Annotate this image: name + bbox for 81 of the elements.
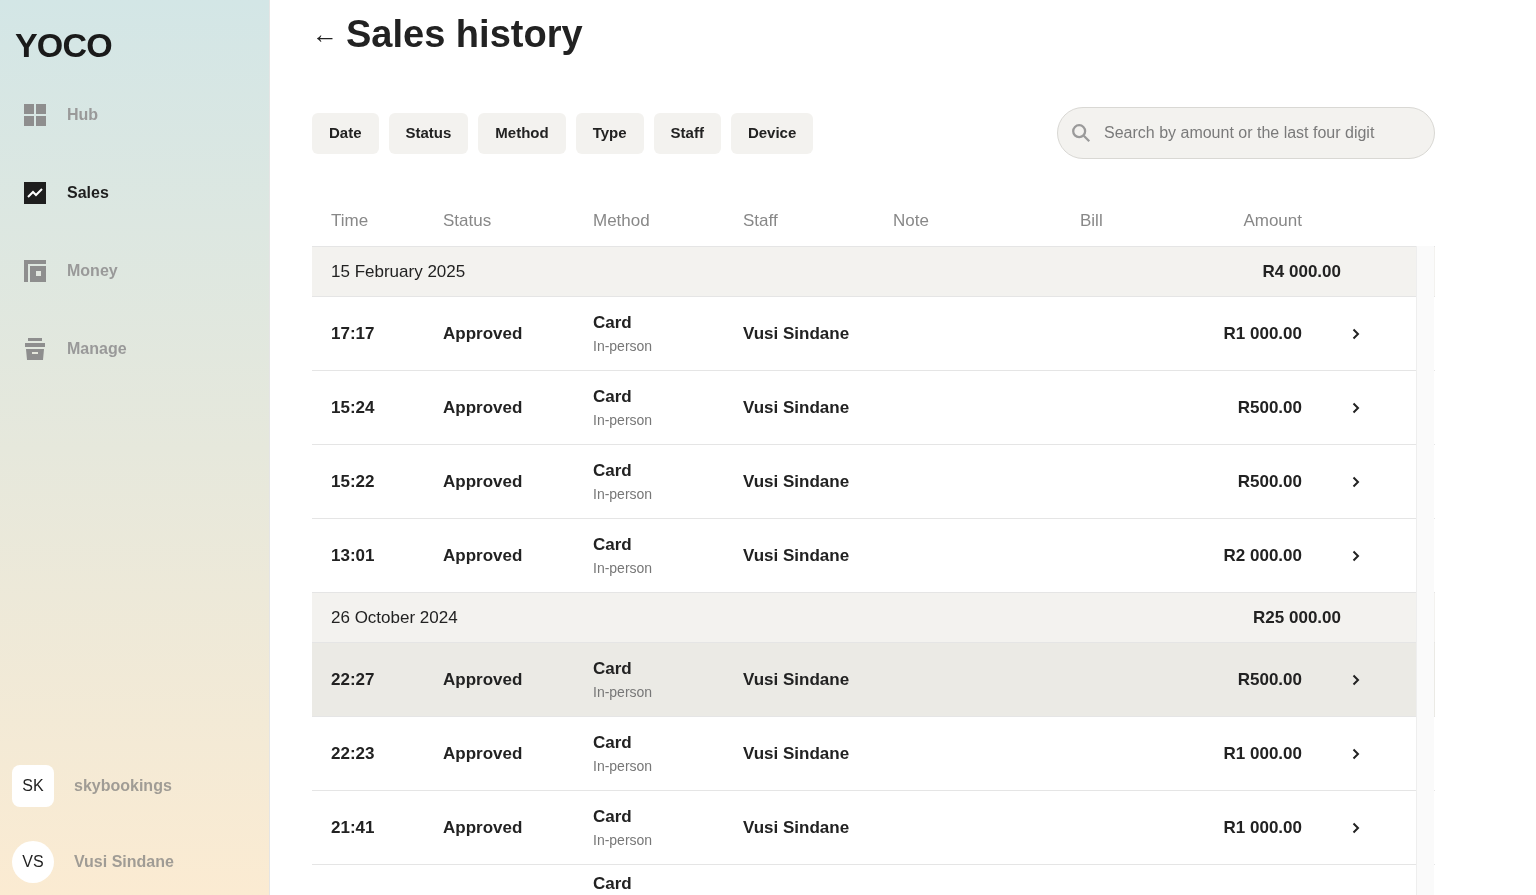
- table-cell: R500.00: [1237, 397, 1302, 417]
- table-cell: R1 000.00: [1223, 743, 1302, 763]
- chevron-right-icon[interactable]: [1352, 549, 1360, 562]
- method-detail: In-person: [593, 484, 654, 504]
- table-cell: 22:27: [331, 669, 375, 689]
- table-cell: 15:24: [331, 397, 375, 417]
- table-cell: Approved: [443, 471, 523, 491]
- column-header[interactable]: Note: [893, 207, 1080, 234]
- table-cell-text: Card: [593, 658, 633, 681]
- table-cell: Approved: [443, 545, 523, 565]
- chevron-right-icon[interactable]: [1352, 475, 1360, 488]
- avatar[interactable]: VS: [12, 841, 54, 883]
- chevron-right-icon[interactable]: [1352, 401, 1360, 414]
- group-total: R25 000.00: [1253, 606, 1341, 629]
- table-cell: Vusi Sindane: [743, 323, 850, 343]
- method-detail: In-person: [593, 558, 654, 578]
- scrollbar-track[interactable]: [1416, 246, 1434, 895]
- box-icon: [24, 338, 46, 360]
- column-header[interactable]: Time: [331, 207, 443, 234]
- table-cell: Vusi Sindane: [743, 397, 850, 417]
- nav-item[interactable]: Sales: [24, 174, 269, 212]
- table-cell: Vusi Sindane: [743, 669, 850, 689]
- table-cell: 17:17: [331, 323, 375, 343]
- table-cell: Vusi Sindane: [743, 817, 850, 837]
- method-detail: In-person: [593, 756, 654, 776]
- table-cell: 15:22: [331, 471, 375, 491]
- table-cell: 21:41: [331, 817, 375, 837]
- table-cell: 22:23: [331, 743, 375, 763]
- method-detail: In-person: [593, 830, 654, 850]
- table-cell: R1 000.00: [1223, 817, 1302, 837]
- avatar[interactable]: SK: [12, 765, 54, 807]
- table-cell: 13:01: [331, 545, 375, 565]
- filter-button[interactable]: Method: [478, 112, 566, 154]
- group-total: R4 000.00: [1262, 260, 1341, 283]
- chevron-right-icon[interactable]: [1352, 747, 1360, 760]
- table-cell: Approved: [443, 397, 523, 417]
- grid-icon: [24, 104, 46, 126]
- method-detail: In-person: [593, 682, 654, 702]
- filter-button[interactable]: Device: [730, 112, 814, 154]
- filter-button[interactable]: Type: [575, 112, 644, 154]
- column-header[interactable]: Staff: [743, 207, 893, 234]
- table-cell: Vusi Sindane: [743, 545, 850, 565]
- table-cell-text: Card: [593, 872, 633, 895]
- table-cell-text: Card: [593, 460, 633, 483]
- table-cell-text: Card: [593, 386, 633, 409]
- column-header[interactable]: Method: [593, 207, 743, 234]
- table-cell: Vusi Sindane: [743, 471, 850, 491]
- chevron-right-icon[interactable]: [1352, 821, 1360, 834]
- method-detail: In-person: [593, 410, 654, 430]
- search-icon: [1070, 122, 1092, 144]
- logo: YOCO: [14, 25, 113, 66]
- filter-button[interactable]: Staff: [653, 112, 721, 154]
- table-cell: Approved: [443, 743, 523, 763]
- table-cell-text: Card: [593, 806, 633, 829]
- search-field[interactable]: Search by amount or the last four digit: [1057, 107, 1435, 159]
- table-cell: Vusi Sindane: [743, 743, 850, 763]
- group-date: 15 February 2025: [331, 260, 466, 283]
- table-cell: Approved: [443, 817, 523, 837]
- table-cell: R500.00: [1237, 471, 1302, 491]
- table-cell: R2 000.00: [1223, 545, 1302, 565]
- table-row[interactable]: 22:27 Approved Card In-person Vusi Sindane R500.00: [312, 643, 1435, 717]
- back-button[interactable]: ←: [312, 21, 338, 47]
- page-title: Sales history: [346, 11, 583, 57]
- table-cell-text: Card: [593, 534, 633, 557]
- chevron-right-icon[interactable]: [1352, 673, 1360, 686]
- column-header[interactable]: Bill: [1080, 207, 1190, 234]
- table-cell-text: Card: [593, 312, 633, 335]
- group-date: 26 October 2024: [331, 606, 458, 629]
- filter-button[interactable]: Date: [312, 112, 379, 154]
- method-detail: In-person: [593, 336, 654, 356]
- table-cell: R1 000.00: [1223, 323, 1302, 343]
- chart-icon: [24, 182, 46, 204]
- column-header[interactable]: Amount: [1190, 207, 1302, 234]
- table-cell: Approved: [443, 669, 523, 689]
- table-cell: R500.00: [1237, 669, 1302, 689]
- column-header[interactable]: Status: [443, 207, 593, 234]
- table-cell-text: Card: [593, 732, 633, 755]
- wallet-icon: [24, 260, 46, 282]
- chevron-right-icon[interactable]: [1352, 327, 1360, 340]
- table-cell: Approved: [443, 323, 523, 343]
- filter-button[interactable]: Status: [388, 112, 469, 154]
